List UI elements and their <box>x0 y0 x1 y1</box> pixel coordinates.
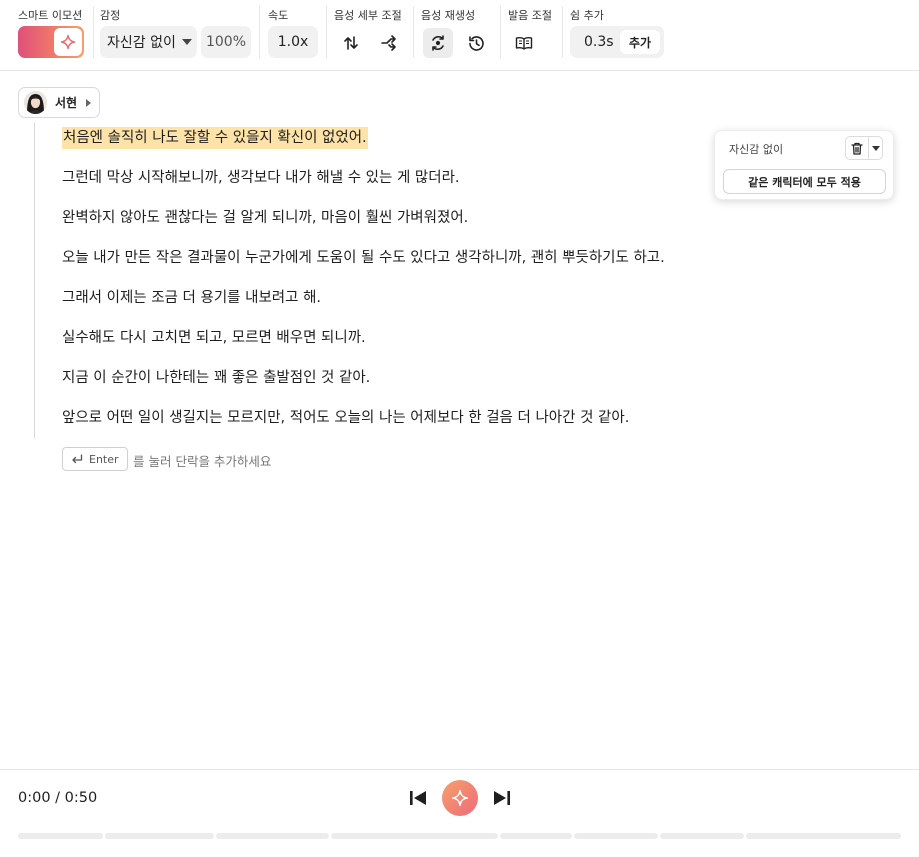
delete-button[interactable] <box>846 137 870 159</box>
enter-key-badge: Enter <box>62 447 128 471</box>
paragraph-options-popover: 자신감 없이 같은 캐릭터에 모두 적용 <box>714 130 894 200</box>
paragraph[interactable]: 오늘 내가 만든 작은 결과물이 누군가에게 도움이 될 수도 있다고 생각하니… <box>62 247 665 269</box>
pitch-adjust-button[interactable] <box>336 28 366 58</box>
divider <box>500 6 501 58</box>
open-book-icon <box>515 35 533 51</box>
emotion-label: 감정 <box>100 9 121 22</box>
shuffle-arrow-icon <box>380 34 398 52</box>
playback-time: 0:00 / 0:50 <box>18 790 98 806</box>
tone-adjust-button[interactable] <box>374 28 404 58</box>
trash-icon <box>851 142 863 155</box>
emotion-value: 자신감 없이 <box>107 35 176 51</box>
play-button[interactable] <box>442 780 478 816</box>
sparkle-icon <box>451 789 469 807</box>
divider <box>259 6 260 58</box>
enter-key-label: Enter <box>89 452 119 466</box>
voice-detail-label: 음성 세부 조절 <box>334 9 402 22</box>
chevron-down-icon <box>181 39 192 45</box>
timeline-segment[interactable] <box>331 833 498 839</box>
divider <box>93 6 94 58</box>
sparkle-icon <box>54 28 82 56</box>
next-button[interactable] <box>489 786 515 810</box>
add-pause-button[interactable]: 추가 <box>620 30 660 54</box>
apply-to-all-button[interactable]: 같은 캐릭터에 모두 적용 <box>723 169 886 194</box>
speed-input[interactable]: 1.0x <box>268 26 318 58</box>
pronunciation-group: 발음 조절 <box>508 0 558 71</box>
timeline-segment[interactable] <box>216 833 329 839</box>
paragraph[interactable]: 완벽하지 않아도 괜찮다는 걸 알게 되니까, 마음이 훨씬 가벼워졌어. <box>62 207 468 229</box>
smart-emotion-toggle[interactable] <box>18 26 84 58</box>
pause-control: 0.3s 추가 <box>570 26 664 58</box>
history-button[interactable] <box>461 28 491 58</box>
timeline-segment[interactable] <box>18 833 103 839</box>
audio-player: 0:00 / 0:50 <box>0 769 919 857</box>
paragraph[interactable]: 실수해도 다시 고치면 되고, 모르면 배우면 되니까. <box>62 327 366 349</box>
speed-group: 속도 1.0x <box>268 0 320 71</box>
delete-menu <box>845 136 883 160</box>
speed-value: 1.0x <box>277 34 309 50</box>
delete-options-button[interactable] <box>869 145 882 151</box>
divider <box>326 6 327 58</box>
skip-previous-icon <box>409 790 427 806</box>
pronunciation-label: 발음 조절 <box>508 9 552 22</box>
emotion-group: 감정 자신감 없이 100% <box>100 0 260 71</box>
pitch-arrows-icon <box>342 34 360 52</box>
speaker-name: 서현 <box>55 96 78 110</box>
timeline-segment[interactable] <box>574 833 658 839</box>
pause-value[interactable]: 0.3s <box>584 34 614 50</box>
avatar <box>24 91 47 114</box>
paragraph[interactable]: 지금 이 순간이 나한테는 꽤 좋은 출발점인 것 같아. <box>62 367 370 389</box>
enter-return-icon <box>71 454 83 464</box>
speaker-selector[interactable]: 서현 <box>18 87 100 118</box>
pause-label: 쉼 추가 <box>570 9 604 22</box>
paragraph[interactable]: 그래서 이제는 조금 더 용기를 내보려고 해. <box>62 287 321 309</box>
timeline-segment[interactable] <box>746 833 901 839</box>
timeline-segment[interactable] <box>660 833 744 839</box>
paragraph-thread-line <box>34 123 35 438</box>
paragraph[interactable]: 앞으로 어떤 일이 생길지는 모르지만, 적어도 오늘의 나는 어제보다 한 걸… <box>62 407 629 429</box>
divider <box>562 6 563 58</box>
voice-detail-group: 음성 세부 조절 <box>334 0 409 71</box>
timeline-segment[interactable] <box>500 833 572 839</box>
speed-label: 속도 <box>268 9 289 22</box>
timeline-segment[interactable] <box>105 833 214 839</box>
paragraph[interactable]: 그런데 막상 시작해보니까, 생각보다 내가 해낼 수 있는 게 많더라. <box>62 167 460 189</box>
emotion-intensity-input[interactable]: 100% <box>201 26 251 58</box>
chevron-down-icon <box>871 145 880 151</box>
toolbar: 스마트 이모션 감정 자신감 없이 100% 속도 1.0x 음성 세부 조절 <box>0 0 919 71</box>
emotion-select[interactable]: 자신감 없이 <box>100 26 197 58</box>
pronunciation-button[interactable] <box>509 28 539 58</box>
popover-emotion-label: 자신감 없이 <box>729 143 784 156</box>
skip-next-icon <box>493 790 511 806</box>
regenerate-group: 음성 재생성 <box>421 0 496 71</box>
enter-hint-text: 를 눌러 단락을 추가하세요 <box>133 454 272 469</box>
regenerate-label: 음성 재생성 <box>421 9 476 22</box>
emotion-intensity-value: 100% <box>205 34 247 50</box>
regenerate-voice-button[interactable] <box>423 28 453 58</box>
smart-emotion-group: 스마트 이모션 <box>18 0 88 71</box>
chevron-right-icon <box>86 98 92 107</box>
paragraph-selected[interactable]: 처음엔 솔직히 나도 잘할 수 있을지 확신이 없었어. <box>62 127 368 149</box>
smart-emotion-label: 스마트 이모션 <box>18 9 83 22</box>
regenerate-icon <box>429 34 447 52</box>
previous-button[interactable] <box>405 786 431 810</box>
divider <box>413 6 414 58</box>
pause-group: 쉼 추가 0.3s 추가 <box>570 0 666 71</box>
history-icon <box>467 34 486 53</box>
